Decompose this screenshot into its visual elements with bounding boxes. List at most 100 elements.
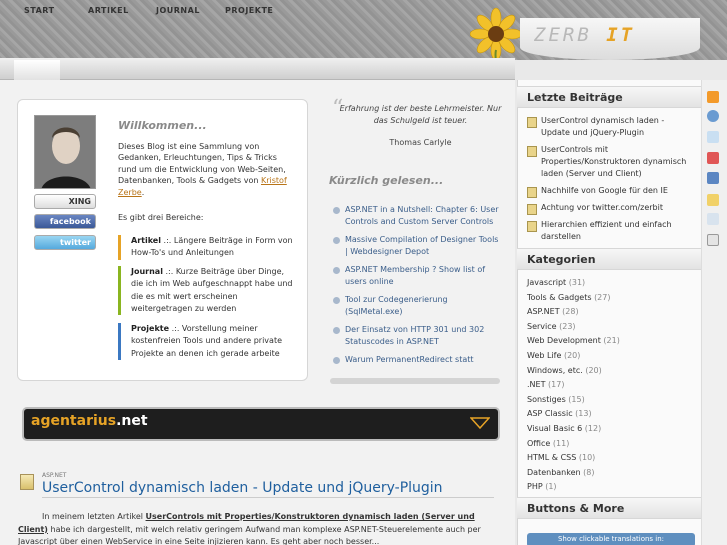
category-count: (8) <box>583 467 595 477</box>
site-logo[interactable]: ZERB IT <box>534 24 635 46</box>
category-name: Service <box>527 321 557 331</box>
category-count: (1) <box>545 482 557 492</box>
rss-icon[interactable] <box>707 91 719 103</box>
recent-post[interactable]: Nachhilfe von Google für den IE <box>527 185 692 198</box>
category-item[interactable]: Tools & Gadgets (27) <box>527 291 692 306</box>
category-item[interactable]: ASP.NET (28) <box>527 305 692 320</box>
twitter-button[interactable]: twitter <box>34 235 96 250</box>
areas-intro: Es gibt drei Bereiche: <box>118 213 204 222</box>
stats-icon[interactable] <box>707 213 719 225</box>
category-count: (23) <box>559 321 576 331</box>
category-name: Tools & Gadgets <box>527 292 592 302</box>
nav-active-tab-bg <box>14 60 60 80</box>
category-count: (12) <box>584 423 602 433</box>
category-item[interactable]: Web Development (21) <box>527 334 692 349</box>
area-sep: .:. <box>162 267 174 276</box>
category-count: (20) <box>563 350 581 360</box>
category-count: (27) <box>594 292 611 302</box>
nav-tab-journal[interactable]: JOURNAL <box>156 6 200 15</box>
recent-post[interactable]: Achtung vor twitter.com/zerbit <box>527 202 692 215</box>
article-icon <box>20 474 34 490</box>
category-item[interactable]: HTML & CSS (10) <box>527 451 692 466</box>
read-item[interactable]: ASP.NET Membership ? Show list of users … <box>330 264 500 288</box>
recent-post[interactable]: UserControl dynamisch laden - Update und… <box>527 115 692 139</box>
category-item[interactable]: Office (11) <box>527 437 692 452</box>
post-text-b: habe ich dargestellt, mit welch relativ … <box>18 524 481 545</box>
category-name: Web Development <box>527 336 601 346</box>
area-name: Artikel <box>131 236 161 245</box>
category-item[interactable]: PHP (1) <box>527 480 692 495</box>
category-item[interactable]: Datenbanken (8) <box>527 466 692 481</box>
read-item[interactable]: Massive Compilation of Designer Tools | … <box>330 234 500 258</box>
banner-suffix: .net <box>116 413 148 429</box>
area-name: Journal <box>131 267 163 276</box>
categories-title: Kategorien <box>517 248 701 270</box>
category-count: (28) <box>562 307 579 317</box>
nav-tab-start[interactable]: START <box>24 6 55 15</box>
area-projekte[interactable]: Projekte .:. Vorstellung meiner kostenfr… <box>118 323 294 360</box>
category-name: Web Life <box>527 350 562 360</box>
xing-label: XING <box>68 197 91 206</box>
nav-tab-artikel[interactable]: ARTIKEL <box>88 6 129 15</box>
recent-posts-title: Letzte Beiträge <box>517 86 701 108</box>
tag-icon[interactable] <box>707 194 719 206</box>
post-title[interactable]: UserControl dynamisch laden - Update und… <box>42 480 443 496</box>
search-icon[interactable] <box>707 110 719 122</box>
recently-read-title: Kürzlich gelesen... <box>329 174 444 187</box>
welcome-period: . <box>141 187 145 197</box>
category-name: Javascript <box>527 278 567 287</box>
welcome-text: Dieses Blog ist eine Sammlung von Gedank… <box>118 141 288 198</box>
category-count: (31) <box>568 278 586 287</box>
read-item[interactable]: Warum PermanentRedirect statt <box>330 354 500 366</box>
mail-icon[interactable] <box>707 172 719 184</box>
area-sep: .:. <box>169 324 180 333</box>
category-name: ASP.NET <box>527 307 560 317</box>
nav-tab-projekte[interactable]: PROJEKTE <box>225 6 273 15</box>
category-name: ASP Classic <box>527 409 573 419</box>
post-category[interactable]: ASP.NET <box>42 472 66 479</box>
area-sep: .:. <box>160 236 172 245</box>
recent-post[interactable]: UserControls mit Properties/Konstruktore… <box>527 144 692 179</box>
read-item[interactable]: Tool zur Codegenerierung (SqlMetal.exe) <box>330 294 500 318</box>
category-count: (11) <box>552 438 570 448</box>
category-item[interactable]: Javascript (31) <box>527 276 692 291</box>
area-journal[interactable]: Journal .:. Kurze Beiträge über Dinge, d… <box>118 266 294 316</box>
translate-button[interactable]: Show clickable translations in: <box>527 533 695 545</box>
xing-button[interactable]: XING <box>34 194 96 209</box>
category-item[interactable]: Web Life (20) <box>527 349 692 364</box>
category-item[interactable]: Visual Basic 6 (12) <box>527 422 692 437</box>
category-count: (15) <box>568 394 585 404</box>
category-name: HTML & CSS <box>527 453 577 463</box>
recent-post[interactable]: Hierarchien effizient und einfach darste… <box>527 219 692 243</box>
read-item[interactable]: Der Einsatz von HTTP 301 und 302 Statusc… <box>330 324 500 348</box>
chevron-down-icon[interactable] <box>470 416 490 430</box>
recently-read-scrollbar[interactable] <box>330 378 500 384</box>
author-photo <box>34 115 96 189</box>
banner-name: agentarius <box>31 413 117 429</box>
facebook-button[interactable]: facebook <box>34 214 96 229</box>
banner-text[interactable]: agentarius.net <box>31 413 148 429</box>
calendar-icon[interactable] <box>707 152 719 164</box>
legal-icon[interactable] <box>707 234 719 246</box>
category-item[interactable]: Windows, etc. (20) <box>527 364 692 379</box>
category-name: PHP <box>527 482 543 492</box>
category-count: (10) <box>578 453 596 463</box>
welcome-title: Willkommen... <box>118 119 207 132</box>
category-name: Office <box>527 438 551 448</box>
recently-read-list[interactable]: ASP.NET in a Nutshell: Chapter 6: User C… <box>330 204 500 376</box>
category-count: (13) <box>575 409 592 419</box>
main-nav <box>0 58 515 80</box>
read-item[interactable]: ASP.NET in a Nutshell: Chapter 6: User C… <box>330 204 500 228</box>
area-artikel[interactable]: Artikel .:. Längere Beiträge in Form von… <box>118 235 294 260</box>
category-item[interactable]: ASP Classic (13) <box>527 407 692 422</box>
post-excerpt: In meinem letzten Artikel UserControls m… <box>18 511 498 545</box>
category-item[interactable]: Service (23) <box>527 320 692 335</box>
post-divider <box>42 497 494 498</box>
comments-icon[interactable] <box>707 131 719 143</box>
category-name: .NET <box>527 380 546 390</box>
logo-accent: IT <box>606 24 636 46</box>
category-item[interactable]: .NET (17) <box>527 378 692 393</box>
logo-text: ZERB <box>534 24 592 46</box>
category-item[interactable]: Sonstiges (15) <box>527 393 692 408</box>
category-name: Windows, etc. <box>527 365 583 375</box>
